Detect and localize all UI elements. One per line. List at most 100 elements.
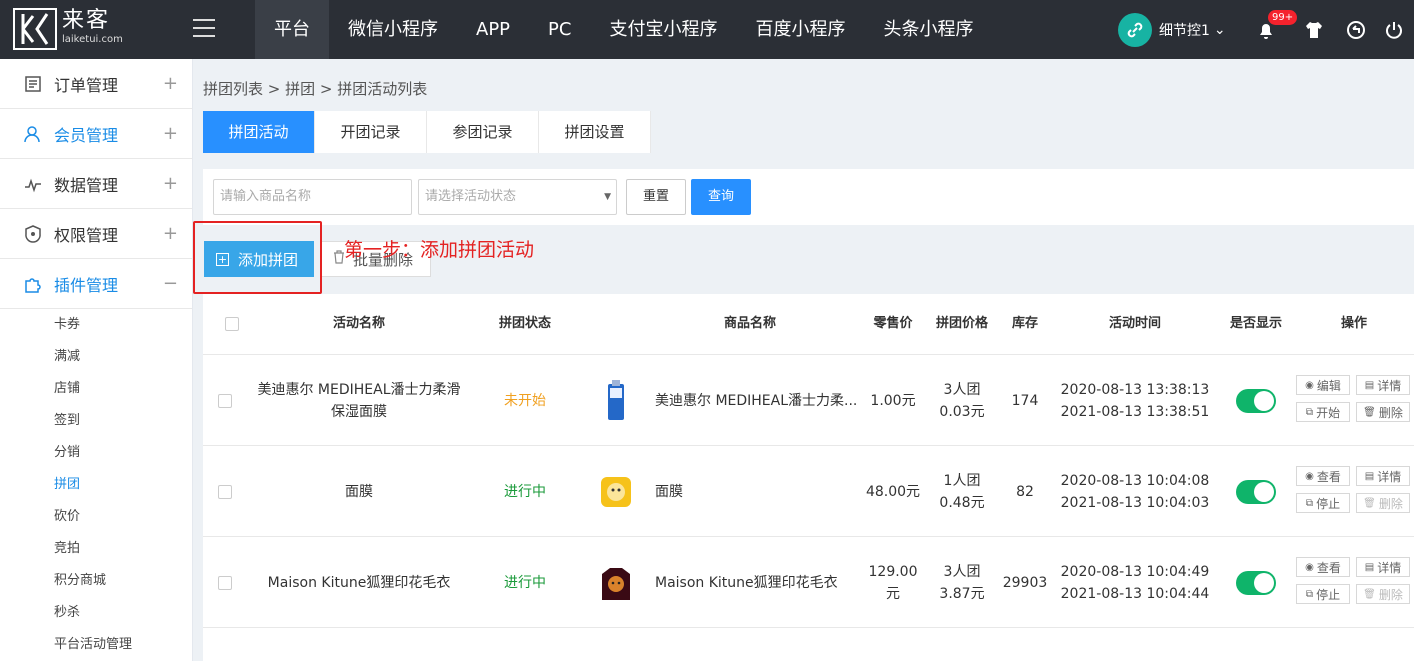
- puzzle-icon: [22, 273, 44, 295]
- detail-button[interactable]: ▤ 详情: [1356, 466, 1410, 486]
- visible-toggle[interactable]: [1236, 537, 1276, 628]
- nav-toutiao[interactable]: 头条小程序: [864, 0, 992, 59]
- sidebar: 订单管理 + 会员管理 + 数据管理 + 权限管理 + 插件管理 − 卡券 满减…: [0, 59, 193, 661]
- sidebar-sub-signin[interactable]: 签到: [0, 405, 192, 437]
- end-time: 2021-08-13 13:38:51: [1060, 403, 1210, 420]
- detail-button[interactable]: ▤ 详情: [1356, 557, 1410, 577]
- tab-bar: 拼团活动 开团记录 参团记录 拼团设置: [203, 111, 651, 153]
- tab-open-records[interactable]: 开团记录: [315, 111, 427, 153]
- filter-bar: 请输入商品名称 请选择活动状态 ▼ 重置 查询: [203, 169, 1414, 225]
- visible-toggle[interactable]: [1236, 446, 1276, 537]
- detail-label: 详情: [1377, 378, 1402, 393]
- detail-button[interactable]: ▤ 详情: [1356, 375, 1410, 395]
- sidebar-sub-group-buy[interactable]: 拼团: [0, 469, 192, 501]
- edit-button[interactable]: ◉ 编辑: [1296, 375, 1350, 395]
- sidebar-item-label: 数据管理: [54, 175, 119, 195]
- sidebar-item-members[interactable]: 会员管理 +: [0, 109, 192, 159]
- col-status: 拼团状态: [498, 316, 551, 331]
- product-image: [598, 355, 634, 446]
- start-time: 2020-08-13 13:38:13: [1060, 381, 1210, 398]
- sidebar-item-plugins[interactable]: 插件管理 −: [0, 259, 192, 309]
- start-time: 2020-08-13 10:04:49: [1060, 563, 1210, 580]
- eye-icon: ◉: [1305, 379, 1314, 391]
- sidebar-item-label: 权限管理: [54, 225, 119, 245]
- menu-toggle-icon[interactable]: [193, 19, 215, 37]
- visible-toggle[interactable]: [1236, 355, 1276, 446]
- retail-price: 1.00元: [870, 392, 916, 409]
- shirt-icon[interactable]: [1302, 18, 1326, 42]
- annotation-text: 第一步：添加拼团活动: [344, 239, 535, 261]
- sidebar-sub-points-mall[interactable]: 积分商城: [0, 565, 192, 597]
- sidebar-item-orders[interactable]: 订单管理 +: [0, 59, 192, 109]
- table-row: Maison Kitune狐狸印花毛衣 进行中 Maison Kitune狐狸印…: [203, 537, 1414, 628]
- stop-button[interactable]: ⧉ 停止: [1296, 493, 1350, 513]
- trash-icon: 🗑: [1363, 497, 1376, 509]
- view-label: 查看: [1316, 469, 1341, 484]
- stop-label: 停止: [1316, 587, 1341, 602]
- sidebar-sub-coupons[interactable]: 卡券: [0, 309, 192, 341]
- view-button[interactable]: ◉ 查看: [1296, 466, 1350, 486]
- logo[interactable]: 来客 laiketui.com: [13, 8, 123, 50]
- sidebar-sub-stores[interactable]: 店铺: [0, 373, 192, 405]
- tab-settings[interactable]: 拼团设置: [539, 111, 651, 153]
- row-checkbox[interactable]: [218, 575, 232, 590]
- detail-label: 详情: [1377, 469, 1402, 484]
- document-icon: ▤: [1364, 379, 1375, 391]
- power-icon[interactable]: [1382, 18, 1406, 42]
- select-all-checkbox[interactable]: [225, 317, 239, 331]
- activity-time: 2020-08-13 10:04:08 2021-08-13 10:04:03: [1056, 446, 1214, 537]
- shield-icon: [22, 223, 44, 245]
- product-name-input[interactable]: 请输入商品名称: [213, 179, 412, 215]
- view-label: 查看: [1316, 560, 1341, 575]
- group-price-value: 0.48元: [939, 494, 985, 511]
- status-badge: 进行中: [504, 574, 546, 591]
- table-row: 美迪惠尔 MEDIHEAL潘士力柔滑保湿面膜 未开始 美迪惠尔 MEDIHEAL…: [203, 355, 1414, 446]
- sidebar-sub-auction[interactable]: 竞拍: [0, 533, 192, 565]
- end-time: 2021-08-13 10:04:03: [1060, 494, 1210, 511]
- nav-pc[interactable]: PC: [529, 0, 590, 59]
- back-icon[interactable]: [1344, 18, 1368, 42]
- sidebar-item-data[interactable]: 数据管理 +: [0, 159, 192, 209]
- nav-baidu[interactable]: 百度小程序: [736, 0, 864, 59]
- start-label: 开始: [1316, 405, 1341, 420]
- row-operations: ◉ 查看 ▤ 详情 ⧉ 停止 🗑 删除: [1296, 446, 1414, 537]
- view-button[interactable]: ◉ 查看: [1296, 557, 1350, 577]
- nav-wechat[interactable]: 微信小程序: [329, 0, 457, 59]
- group-size: 3人团: [943, 563, 981, 580]
- col-group-price: 拼团价格: [935, 316, 988, 331]
- delete-button[interactable]: 🗑 删除: [1356, 584, 1410, 604]
- trash-icon: 🗑: [1363, 588, 1376, 600]
- col-visible: 是否显示: [1229, 316, 1282, 331]
- sidebar-item-permissions[interactable]: 权限管理 +: [0, 209, 192, 259]
- query-button[interactable]: 查询: [691, 179, 751, 215]
- user-menu[interactable]: 细节控1 ⌄: [1118, 13, 1226, 47]
- col-stock: 库存: [1011, 316, 1038, 331]
- group-price: 1人团 0.48元: [930, 446, 994, 537]
- plus-icon: +: [162, 123, 178, 144]
- sidebar-sub-distribution[interactable]: 分销: [0, 437, 192, 469]
- stop-button[interactable]: ⧉ 停止: [1296, 584, 1350, 604]
- username: 细节控1: [1159, 23, 1210, 39]
- tab-join-records[interactable]: 参团记录: [427, 111, 539, 153]
- reset-button[interactable]: 重置: [626, 179, 686, 215]
- group-price: 3人团 3.87元: [930, 537, 994, 628]
- nav-alipay[interactable]: 支付宝小程序: [590, 0, 736, 59]
- delete-button[interactable]: 🗑 删除: [1356, 402, 1410, 422]
- nav-app[interactable]: APP: [457, 0, 529, 59]
- row-checkbox[interactable]: [218, 484, 232, 499]
- nav-platform[interactable]: 平台: [255, 0, 329, 59]
- delete-label: 删除: [1378, 405, 1403, 420]
- start-button[interactable]: ⧉ 开始: [1296, 402, 1350, 422]
- sidebar-sub-discount[interactable]: 满减: [0, 341, 192, 373]
- delete-button[interactable]: 🗑 删除: [1356, 493, 1410, 513]
- sidebar-sub-platform-activity[interactable]: 平台活动管理: [0, 629, 192, 661]
- status-select[interactable]: 请选择活动状态 ▼: [418, 179, 617, 215]
- tab-group-activities[interactable]: 拼团活动: [203, 111, 315, 153]
- row-checkbox[interactable]: [218, 393, 232, 408]
- product-name: Maison Kitune狐狸印花毛衣: [655, 574, 838, 591]
- logo-domain: laiketui.com: [62, 34, 123, 45]
- sidebar-sub-flash-sale[interactable]: 秒杀: [0, 597, 192, 629]
- notification-badge: 99+: [1268, 10, 1298, 25]
- stop-icon: ⧉: [1305, 588, 1314, 600]
- sidebar-sub-bargain[interactable]: 砍价: [0, 501, 192, 533]
